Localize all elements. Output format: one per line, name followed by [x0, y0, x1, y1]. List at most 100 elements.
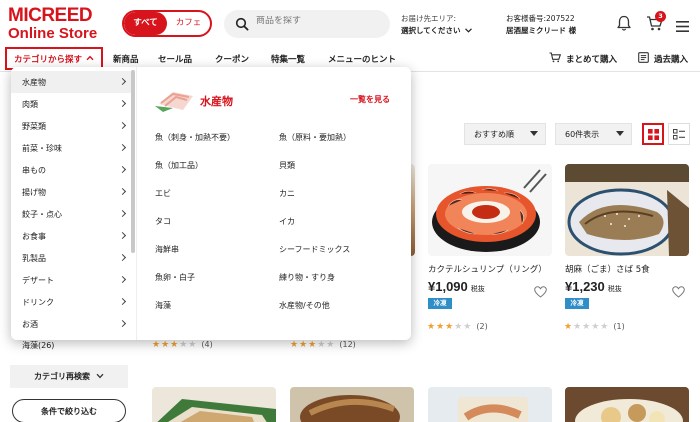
nav-coupon[interactable]: クーポン	[215, 53, 249, 65]
category-item-alcohol[interactable]: お酒	[11, 313, 131, 335]
product-name[interactable]: 胡麻（ごま）さば 5食	[565, 263, 650, 275]
subcategory-link[interactable]: シーフードミックス	[279, 244, 350, 255]
search-icon[interactable]	[235, 16, 249, 35]
product-image[interactable]	[152, 387, 276, 422]
category-item-fried[interactable]: 揚げ物	[11, 181, 131, 203]
chevron-right-icon	[118, 297, 127, 306]
filter-button[interactable]: 条件で絞り込む	[12, 399, 126, 422]
category-item-seafood[interactable]: 水産物	[11, 71, 131, 93]
category-list: 水産物 肉類 野菜類 前菜・珍味 串もの 揚げ物 餃子・点心 お食事 乳製品 デ…	[11, 67, 137, 340]
review-count: (12)	[339, 340, 356, 349]
category-menu-label: カテゴリから探す	[13, 54, 82, 65]
category-item-drinks[interactable]: ドリンク	[11, 291, 131, 313]
sidebar-category-seaweed[interactable]: 海藻(26)	[22, 340, 54, 351]
cart-badge: 3	[655, 11, 666, 22]
heart-icon[interactable]	[672, 283, 685, 302]
per-page-select[interactable]: 60件表示	[555, 123, 632, 145]
nav-sale[interactable]: セール品	[158, 53, 192, 65]
category-label: 串もの	[22, 165, 46, 175]
price-value: ¥1,230	[565, 279, 605, 294]
chevron-right-icon	[118, 187, 127, 196]
price-tax: 税抜	[470, 286, 485, 293]
product-image-saba[interactable]	[565, 164, 689, 256]
subcategory-link[interactable]: 魚（原料・要加熱）	[279, 132, 351, 143]
category-scrollbar[interactable]	[131, 70, 135, 253]
category-item-appetizers[interactable]: 前菜・珍味	[11, 137, 131, 159]
subcategory-link[interactable]: 練り物・すり身	[279, 272, 335, 283]
nav-new[interactable]: 新商品	[113, 53, 139, 65]
category-item-meals[interactable]: お食事	[11, 225, 131, 247]
logo-line2: Online Store	[8, 25, 98, 42]
sort-order-value: おすすめ順	[474, 129, 514, 139]
list-view-icon[interactable]	[668, 123, 690, 145]
category-item-dessert[interactable]: デザート	[11, 269, 131, 291]
chevron-right-icon	[118, 275, 127, 284]
category-item-dairy[interactable]: 乳製品	[11, 247, 131, 269]
frozen-badge: 冷凍	[565, 298, 589, 309]
category-label: 前菜・珍味	[22, 143, 62, 153]
filter-label: 条件で絞り込む	[41, 406, 97, 416]
delivery-area[interactable]: お届け先エリア: 選択してください	[401, 13, 472, 37]
menu-icon[interactable]	[676, 17, 689, 36]
chevron-right-icon	[118, 77, 127, 86]
bulk-buy-link[interactable]: まとめて購入	[549, 52, 617, 66]
mega-title: 水産物	[200, 95, 233, 108]
category-item-meat[interactable]: 肉類	[11, 93, 131, 115]
category-label: 肉類	[22, 99, 38, 109]
category-label: 餃子・点心	[22, 209, 62, 219]
customer-name: 居酒屋ミクリード 様	[506, 26, 577, 35]
logo[interactable]: MICREED Online Store	[8, 6, 110, 41]
chevron-right-icon	[118, 99, 127, 108]
search-input[interactable]	[256, 16, 381, 26]
subcategory-link[interactable]: 海鮮串	[155, 244, 179, 255]
chevron-up-icon	[86, 54, 94, 64]
grid-view-icon[interactable]	[642, 123, 664, 145]
toggle-all[interactable]: すべて	[124, 12, 167, 35]
frozen-badge: 冷凍	[428, 298, 452, 309]
bell-icon[interactable]	[616, 15, 632, 36]
category-label: 揚げ物	[22, 187, 46, 197]
refine-category-button[interactable]: カテゴリ再検索	[10, 365, 128, 388]
category-item-vegetables[interactable]: 野菜類	[11, 115, 131, 137]
rating-stars: ★★★★★ (4)	[152, 340, 213, 350]
category-label: お酒	[22, 319, 38, 329]
subcategory-link[interactable]: タコ	[155, 216, 171, 227]
category-label: デザート	[22, 275, 54, 285]
toggle-cafe[interactable]: カフェ	[167, 12, 210, 35]
chevron-right-icon	[118, 319, 127, 328]
heart-icon[interactable]	[534, 283, 547, 302]
subcategory-link[interactable]: イカ	[279, 216, 295, 227]
chevron-right-icon	[118, 209, 127, 218]
product-name[interactable]: カクテルシュリンプ（リング）	[428, 263, 547, 275]
review-count: (1)	[613, 322, 625, 331]
review-count: (4)	[201, 340, 213, 349]
category-label: ドリンク	[22, 297, 54, 307]
nav-menu-hints[interactable]: メニューのヒント	[328, 53, 396, 65]
subcategory-link[interactable]: カニ	[279, 188, 295, 199]
product-image[interactable]	[565, 387, 689, 422]
product-image[interactable]	[428, 387, 552, 422]
sort-order-select[interactable]: おすすめ順	[464, 123, 546, 145]
history-link[interactable]: 過去購入	[638, 52, 688, 66]
subcategory-link[interactable]: エビ	[155, 188, 171, 199]
subcategory-link[interactable]: 海藻	[155, 300, 171, 311]
category-label: 乳製品	[22, 253, 46, 263]
subcategory-link[interactable]: 魚（刺身・加熱不要）	[155, 132, 235, 143]
review-count: (2)	[476, 322, 488, 331]
product-image-shrimp[interactable]	[428, 164, 552, 256]
subcategory-link[interactable]: 水産物/その他	[279, 300, 330, 311]
category-label: 野菜類	[22, 121, 46, 131]
search-bar	[224, 10, 390, 38]
category-item-dumplings[interactable]: 餃子・点心	[11, 203, 131, 225]
nav-features[interactable]: 特集一覧	[271, 53, 305, 65]
subcategory-link[interactable]: 貝類	[279, 160, 295, 171]
subcategory-link[interactable]: 魚（加工品）	[155, 160, 203, 171]
product-image[interactable]	[290, 387, 414, 422]
category-label: 水産物	[22, 77, 46, 87]
customer-info[interactable]: お客様番号:207522 居酒屋ミクリード 様	[506, 13, 576, 37]
product-price: ¥1,230 税抜	[565, 279, 622, 294]
see-all-link[interactable]: 一覧を見る	[350, 94, 390, 105]
logo-line1: MICREED	[8, 5, 93, 26]
subcategory-link[interactable]: 魚卵・白子	[155, 272, 195, 283]
category-item-skewers[interactable]: 串もの	[11, 159, 131, 181]
